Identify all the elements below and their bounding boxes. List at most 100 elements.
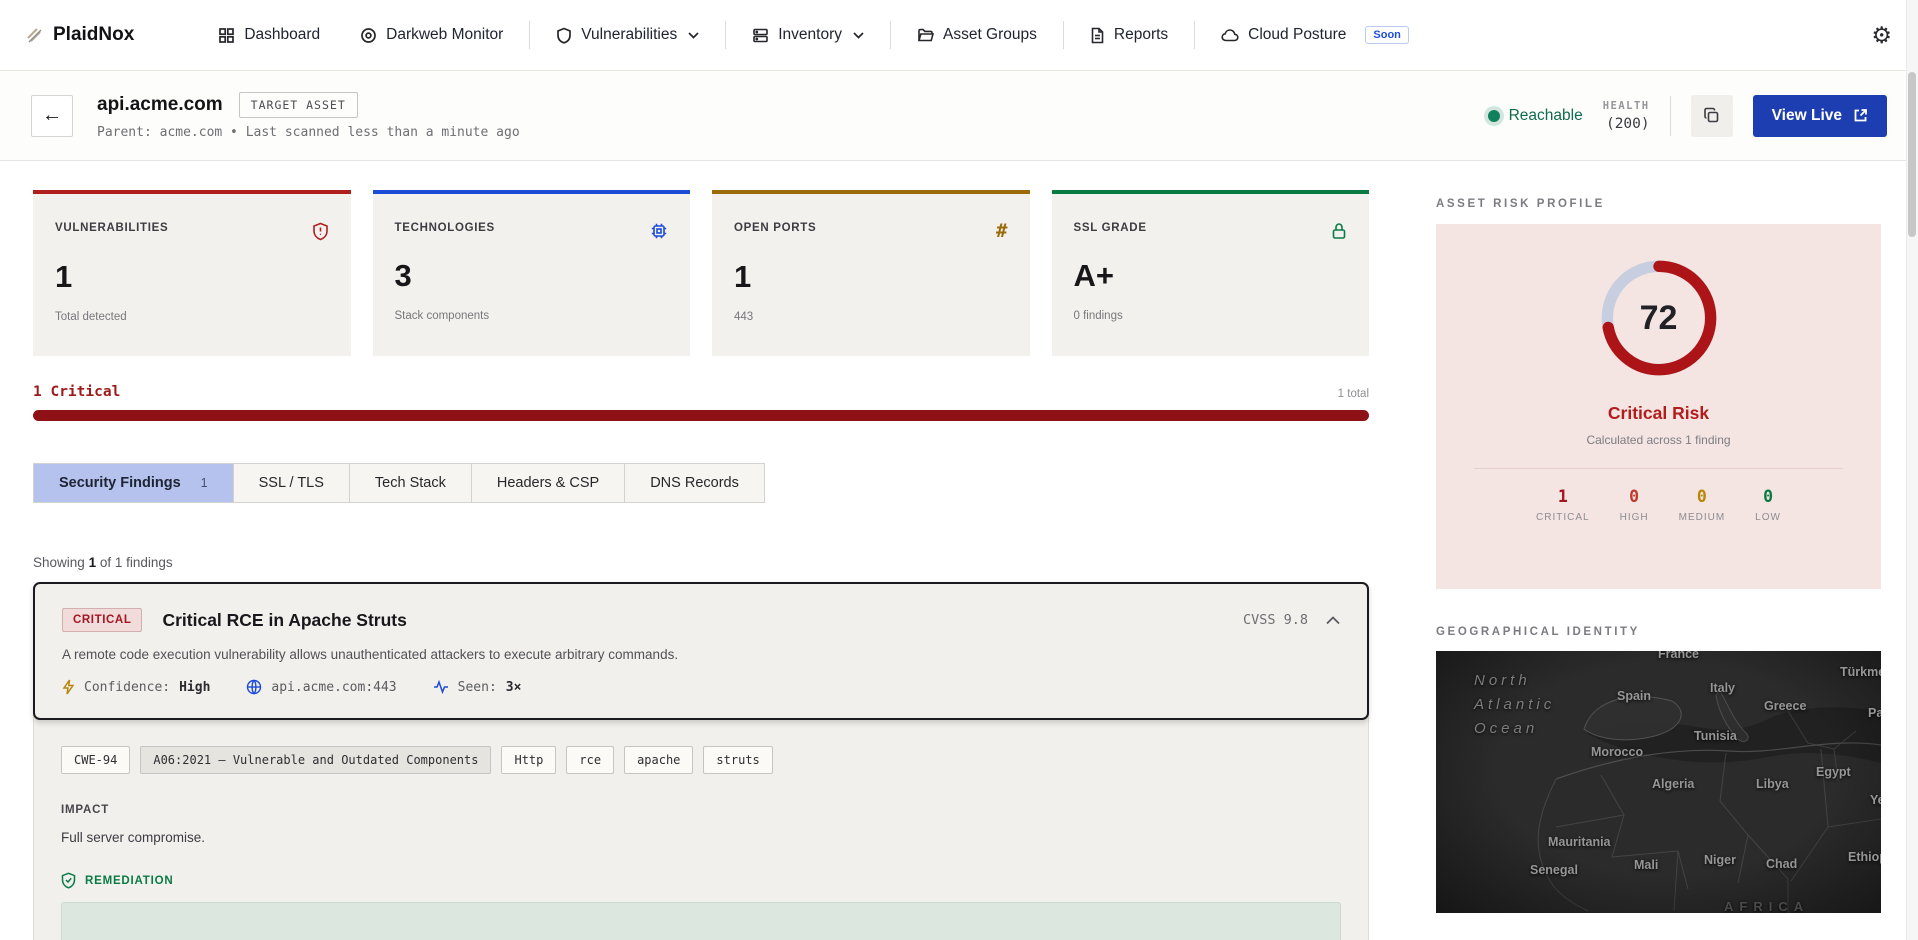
tag-chip: CWE-94 bbox=[61, 746, 131, 774]
map-label: Chad bbox=[1766, 857, 1798, 871]
card-title: TECHNOLOGIES bbox=[394, 222, 495, 234]
lock-icon bbox=[1332, 223, 1346, 239]
map-label: Libya bbox=[1756, 777, 1789, 791]
remediation-header: REMEDIATION bbox=[61, 872, 1341, 889]
copy-icon bbox=[1704, 107, 1719, 123]
nav-darkweb-monitor[interactable]: Darkweb Monitor bbox=[340, 26, 523, 44]
nav-label: Cloud Posture bbox=[1248, 26, 1347, 43]
nav-vulnerabilities[interactable]: Vulnerabilities bbox=[536, 26, 719, 44]
asset-title: api.acme.com bbox=[97, 93, 223, 115]
scrollbar-thumb[interactable] bbox=[1908, 72, 1916, 237]
back-button[interactable]: ← bbox=[31, 94, 73, 137]
cvss-score: CVSS 9.8 bbox=[1242, 612, 1308, 628]
asset-subtitle: Parent: acme.com • Last scanned less tha… bbox=[97, 124, 520, 140]
tab-dns-records[interactable]: DNS Records bbox=[625, 464, 764, 502]
health-label: HEALTH bbox=[1602, 99, 1650, 112]
tab-label: Security Findings bbox=[59, 475, 181, 491]
nav-inventory[interactable]: Inventory bbox=[732, 26, 884, 44]
tab-label: Tech Stack bbox=[374, 475, 446, 491]
severity-strip-total: 1 total bbox=[1337, 388, 1369, 400]
card-subtext: Stack components bbox=[394, 310, 490, 322]
shield-icon bbox=[557, 27, 572, 44]
count-critical: 1 CRITICAL bbox=[1536, 487, 1590, 523]
nav-divider bbox=[529, 21, 531, 49]
brand-name: PlaidNox bbox=[53, 24, 135, 45]
card-title: OPEN PORTS bbox=[734, 222, 817, 234]
finding-description: A remote code execution vulnerability al… bbox=[62, 647, 679, 662]
tab-label: SSL / TLS bbox=[258, 475, 324, 491]
shield-alert-icon bbox=[312, 222, 328, 241]
map-label: Mali bbox=[1634, 858, 1659, 872]
nav-reports[interactable]: Reports bbox=[1070, 26, 1188, 44]
nav-label: Inventory bbox=[778, 26, 842, 43]
view-live-button[interactable]: View Live bbox=[1752, 94, 1887, 137]
tab-tech-stack[interactable]: Tech Stack bbox=[350, 464, 472, 502]
view-live-label: View Live bbox=[1771, 106, 1842, 124]
nav-label: Vulnerabilities bbox=[581, 26, 678, 43]
tab-label: DNS Records bbox=[650, 475, 739, 491]
target-asset-badge: TARGET ASSET bbox=[238, 91, 358, 118]
nav-label: Dashboard bbox=[244, 26, 321, 43]
map-label: Ye bbox=[1870, 793, 1881, 807]
copy-button[interactable] bbox=[1690, 94, 1733, 137]
dashboard-grid-icon bbox=[219, 27, 235, 43]
count-high: 0 HIGH bbox=[1619, 487, 1649, 523]
chevron-up-icon[interactable] bbox=[1326, 615, 1340, 625]
finding-panel: CRITICAL Critical RCE in Apache Struts C… bbox=[33, 582, 1369, 940]
impact-text: Full server compromise. bbox=[61, 830, 206, 845]
bolt-icon bbox=[62, 679, 75, 695]
card-title: SSL GRADE bbox=[1073, 222, 1147, 234]
nav-dashboard[interactable]: Dashboard bbox=[198, 26, 340, 44]
card-value: 1 bbox=[55, 259, 73, 294]
map-label: Türkmen bbox=[1840, 665, 1881, 679]
geo-map[interactable]: North Atlantic Ocean France Türkmen Spai… bbox=[1436, 651, 1881, 913]
risk-profile-section-title: ASSET RISK PROFILE bbox=[1436, 198, 1605, 210]
card-vulnerabilities: VULNERABILITIES 1 Total detected bbox=[33, 190, 351, 356]
card-open-ports: OPEN PORTS # 1 443 bbox=[712, 190, 1030, 356]
seen-meta: Seen: 3× bbox=[433, 680, 521, 695]
cloud-icon bbox=[1221, 29, 1239, 42]
tag-chip: A06:2021 – Vulnerable and Outdated Compo… bbox=[140, 746, 492, 774]
map-label: Mauritania bbox=[1548, 835, 1611, 849]
nav-divider bbox=[1062, 21, 1064, 49]
map-label: Algeria bbox=[1652, 777, 1695, 791]
count-medium: 0 MEDIUM bbox=[1678, 487, 1726, 523]
nav-divider bbox=[725, 21, 727, 49]
main-nav: Dashboard Darkweb Monitor Vulnerabilitie… bbox=[198, 21, 1429, 49]
map-label: Senegal bbox=[1530, 863, 1578, 877]
tab-headers-csp[interactable]: Headers & CSP bbox=[472, 464, 626, 502]
findings-count-summary: Showing 1 of 1 findings bbox=[33, 555, 173, 570]
top-nav: PlaidNox Dashboard Darkweb Monitor Vulne… bbox=[0, 0, 1918, 71]
stat-cards: VULNERABILITIES 1 Total detected TECHNOL… bbox=[33, 190, 1369, 356]
chevron-down-icon bbox=[688, 31, 699, 39]
brand-logo[interactable]: PlaidNox bbox=[26, 24, 134, 46]
report-icon bbox=[1091, 27, 1104, 43]
tab-ssl-tls[interactable]: SSL / TLS bbox=[234, 464, 350, 502]
nav-cloud-posture[interactable]: Cloud Posture Soon bbox=[1201, 26, 1429, 44]
health-value: (200) bbox=[1605, 115, 1650, 132]
nav-asset-groups[interactable]: Asset Groups bbox=[897, 26, 1057, 44]
tag-chip: Http bbox=[501, 746, 557, 774]
map-label: Niger bbox=[1704, 853, 1736, 867]
nav-label: Reports bbox=[1113, 26, 1169, 43]
finding-header[interactable]: CRITICAL Critical RCE in Apache Struts C… bbox=[33, 582, 1369, 720]
pulse-icon bbox=[433, 680, 448, 694]
reachable-status: Reachable bbox=[1487, 107, 1583, 125]
severity-bar bbox=[33, 410, 1369, 421]
risk-level: Critical Risk bbox=[1607, 403, 1710, 423]
soon-badge: Soon bbox=[1365, 26, 1409, 44]
risk-profile-card: 72 Critical Risk Calculated across 1 fin… bbox=[1436, 224, 1881, 589]
risk-divider bbox=[1474, 468, 1843, 469]
map-label: Egypt bbox=[1816, 765, 1851, 779]
right-sidebar: ASSET RISK PROFILE 72 Critical Risk Calc… bbox=[1436, 161, 1881, 940]
map-label: Italy bbox=[1710, 681, 1736, 695]
tab-security-findings[interactable]: Security Findings 1 bbox=[34, 464, 234, 502]
risk-subtitle: Calculated across 1 finding bbox=[1586, 433, 1731, 447]
nav-label: Asset Groups bbox=[942, 26, 1037, 43]
settings-gear-icon[interactable]: ⚙ bbox=[1871, 23, 1892, 47]
card-title: VULNERABILITIES bbox=[55, 222, 169, 234]
map-label: Ethiop bbox=[1848, 850, 1881, 864]
count-low: 0 LOW bbox=[1755, 487, 1781, 523]
chip-icon bbox=[651, 223, 667, 239]
page-scrollbar[interactable] bbox=[1906, 0, 1918, 940]
